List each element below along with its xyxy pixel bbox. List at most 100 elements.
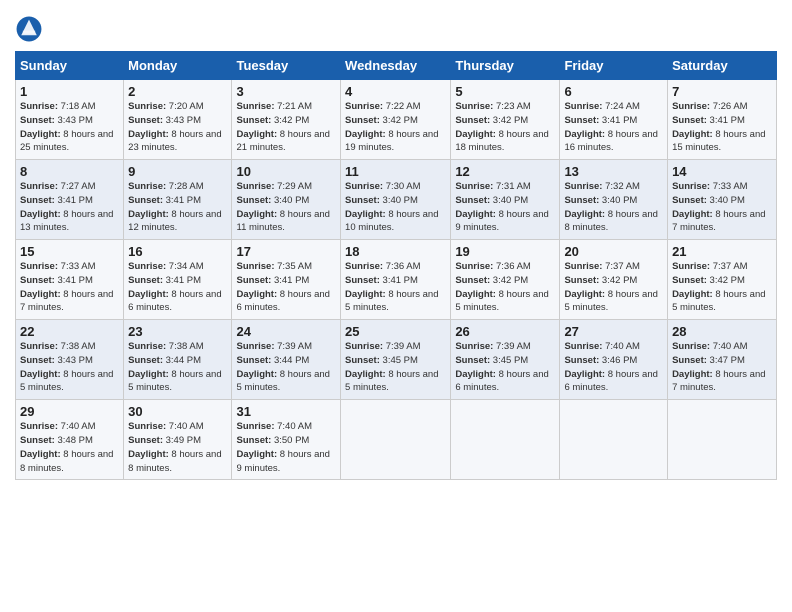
col-header-wednesday: Wednesday <box>341 52 451 80</box>
day-info: Sunrise: 7:24 AMSunset: 3:41 PMDaylight:… <box>564 100 663 155</box>
day-info: Sunrise: 7:33 AMSunset: 3:40 PMDaylight:… <box>672 180 772 235</box>
calendar-cell: 3Sunrise: 7:21 AMSunset: 3:42 PMDaylight… <box>232 80 341 160</box>
col-header-monday: Monday <box>124 52 232 80</box>
day-number: 20 <box>564 244 663 259</box>
day-number: 6 <box>564 84 663 99</box>
logo-icon <box>15 15 43 43</box>
calendar-cell: 26Sunrise: 7:39 AMSunset: 3:45 PMDayligh… <box>451 320 560 400</box>
day-number: 26 <box>455 324 555 339</box>
day-number: 29 <box>20 404 119 419</box>
day-info: Sunrise: 7:36 AMSunset: 3:42 PMDaylight:… <box>455 260 555 315</box>
header <box>15 10 777 43</box>
calendar-cell: 6Sunrise: 7:24 AMSunset: 3:41 PMDaylight… <box>560 80 668 160</box>
col-header-saturday: Saturday <box>668 52 777 80</box>
calendar-cell: 21Sunrise: 7:37 AMSunset: 3:42 PMDayligh… <box>668 240 777 320</box>
day-info: Sunrise: 7:31 AMSunset: 3:40 PMDaylight:… <box>455 180 555 235</box>
calendar-cell: 17Sunrise: 7:35 AMSunset: 3:41 PMDayligh… <box>232 240 341 320</box>
day-number: 3 <box>236 84 336 99</box>
col-header-tuesday: Tuesday <box>232 52 341 80</box>
calendar-cell: 14Sunrise: 7:33 AMSunset: 3:40 PMDayligh… <box>668 160 777 240</box>
day-info: Sunrise: 7:37 AMSunset: 3:42 PMDaylight:… <box>672 260 772 315</box>
col-header-sunday: Sunday <box>16 52 124 80</box>
day-number: 21 <box>672 244 772 259</box>
calendar-cell: 25Sunrise: 7:39 AMSunset: 3:45 PMDayligh… <box>341 320 451 400</box>
calendar-cell: 31Sunrise: 7:40 AMSunset: 3:50 PMDayligh… <box>232 400 341 480</box>
day-info: Sunrise: 7:34 AMSunset: 3:41 PMDaylight:… <box>128 260 227 315</box>
calendar-cell: 2Sunrise: 7:20 AMSunset: 3:43 PMDaylight… <box>124 80 232 160</box>
day-number: 7 <box>672 84 772 99</box>
col-header-friday: Friday <box>560 52 668 80</box>
calendar-cell: 7Sunrise: 7:26 AMSunset: 3:41 PMDaylight… <box>668 80 777 160</box>
day-info: Sunrise: 7:33 AMSunset: 3:41 PMDaylight:… <box>20 260 119 315</box>
calendar-cell: 20Sunrise: 7:37 AMSunset: 3:42 PMDayligh… <box>560 240 668 320</box>
day-info: Sunrise: 7:40 AMSunset: 3:49 PMDaylight:… <box>128 420 227 475</box>
calendar-cell: 8Sunrise: 7:27 AMSunset: 3:41 PMDaylight… <box>16 160 124 240</box>
day-info: Sunrise: 7:39 AMSunset: 3:44 PMDaylight:… <box>236 340 336 395</box>
calendar-cell <box>341 400 451 480</box>
calendar-cell: 28Sunrise: 7:40 AMSunset: 3:47 PMDayligh… <box>668 320 777 400</box>
day-info: Sunrise: 7:40 AMSunset: 3:50 PMDaylight:… <box>236 420 336 475</box>
day-info: Sunrise: 7:40 AMSunset: 3:46 PMDaylight:… <box>564 340 663 395</box>
calendar-cell: 30Sunrise: 7:40 AMSunset: 3:49 PMDayligh… <box>124 400 232 480</box>
day-info: Sunrise: 7:22 AMSunset: 3:42 PMDaylight:… <box>345 100 446 155</box>
col-header-thursday: Thursday <box>451 52 560 80</box>
day-number: 16 <box>128 244 227 259</box>
calendar-cell: 1Sunrise: 7:18 AMSunset: 3:43 PMDaylight… <box>16 80 124 160</box>
day-info: Sunrise: 7:39 AMSunset: 3:45 PMDaylight:… <box>345 340 446 395</box>
calendar-cell: 10Sunrise: 7:29 AMSunset: 3:40 PMDayligh… <box>232 160 341 240</box>
day-info: Sunrise: 7:38 AMSunset: 3:44 PMDaylight:… <box>128 340 227 395</box>
day-number: 18 <box>345 244 446 259</box>
day-info: Sunrise: 7:38 AMSunset: 3:43 PMDaylight:… <box>20 340 119 395</box>
logo <box>15 15 45 43</box>
calendar-cell: 29Sunrise: 7:40 AMSunset: 3:48 PMDayligh… <box>16 400 124 480</box>
calendar-cell: 13Sunrise: 7:32 AMSunset: 3:40 PMDayligh… <box>560 160 668 240</box>
calendar-cell: 19Sunrise: 7:36 AMSunset: 3:42 PMDayligh… <box>451 240 560 320</box>
day-number: 5 <box>455 84 555 99</box>
calendar-cell: 12Sunrise: 7:31 AMSunset: 3:40 PMDayligh… <box>451 160 560 240</box>
day-number: 31 <box>236 404 336 419</box>
calendar-cell: 5Sunrise: 7:23 AMSunset: 3:42 PMDaylight… <box>451 80 560 160</box>
calendar-cell: 4Sunrise: 7:22 AMSunset: 3:42 PMDaylight… <box>341 80 451 160</box>
day-info: Sunrise: 7:18 AMSunset: 3:43 PMDaylight:… <box>20 100 119 155</box>
day-info: Sunrise: 7:20 AMSunset: 3:43 PMDaylight:… <box>128 100 227 155</box>
day-number: 24 <box>236 324 336 339</box>
day-number: 1 <box>20 84 119 99</box>
day-info: Sunrise: 7:40 AMSunset: 3:47 PMDaylight:… <box>672 340 772 395</box>
calendar-cell: 24Sunrise: 7:39 AMSunset: 3:44 PMDayligh… <box>232 320 341 400</box>
day-number: 2 <box>128 84 227 99</box>
calendar-cell: 22Sunrise: 7:38 AMSunset: 3:43 PMDayligh… <box>16 320 124 400</box>
day-info: Sunrise: 7:37 AMSunset: 3:42 PMDaylight:… <box>564 260 663 315</box>
day-info: Sunrise: 7:39 AMSunset: 3:45 PMDaylight:… <box>455 340 555 395</box>
day-info: Sunrise: 7:35 AMSunset: 3:41 PMDaylight:… <box>236 260 336 315</box>
calendar-cell: 15Sunrise: 7:33 AMSunset: 3:41 PMDayligh… <box>16 240 124 320</box>
calendar-cell: 16Sunrise: 7:34 AMSunset: 3:41 PMDayligh… <box>124 240 232 320</box>
calendar-cell: 23Sunrise: 7:38 AMSunset: 3:44 PMDayligh… <box>124 320 232 400</box>
day-info: Sunrise: 7:27 AMSunset: 3:41 PMDaylight:… <box>20 180 119 235</box>
day-number: 25 <box>345 324 446 339</box>
day-number: 23 <box>128 324 227 339</box>
calendar-cell: 27Sunrise: 7:40 AMSunset: 3:46 PMDayligh… <box>560 320 668 400</box>
calendar-cell <box>560 400 668 480</box>
day-number: 13 <box>564 164 663 179</box>
day-number: 10 <box>236 164 336 179</box>
day-info: Sunrise: 7:36 AMSunset: 3:41 PMDaylight:… <box>345 260 446 315</box>
day-number: 12 <box>455 164 555 179</box>
day-info: Sunrise: 7:23 AMSunset: 3:42 PMDaylight:… <box>455 100 555 155</box>
day-info: Sunrise: 7:28 AMSunset: 3:41 PMDaylight:… <box>128 180 227 235</box>
day-number: 30 <box>128 404 227 419</box>
day-number: 8 <box>20 164 119 179</box>
day-info: Sunrise: 7:26 AMSunset: 3:41 PMDaylight:… <box>672 100 772 155</box>
day-number: 19 <box>455 244 555 259</box>
day-number: 14 <box>672 164 772 179</box>
day-info: Sunrise: 7:21 AMSunset: 3:42 PMDaylight:… <box>236 100 336 155</box>
calendar-cell: 11Sunrise: 7:30 AMSunset: 3:40 PMDayligh… <box>341 160 451 240</box>
day-number: 11 <box>345 164 446 179</box>
calendar-table: SundayMondayTuesdayWednesdayThursdayFrid… <box>15 51 777 480</box>
day-number: 27 <box>564 324 663 339</box>
day-number: 17 <box>236 244 336 259</box>
calendar-cell <box>668 400 777 480</box>
day-number: 4 <box>345 84 446 99</box>
calendar-cell <box>451 400 560 480</box>
day-number: 15 <box>20 244 119 259</box>
day-info: Sunrise: 7:30 AMSunset: 3:40 PMDaylight:… <box>345 180 446 235</box>
